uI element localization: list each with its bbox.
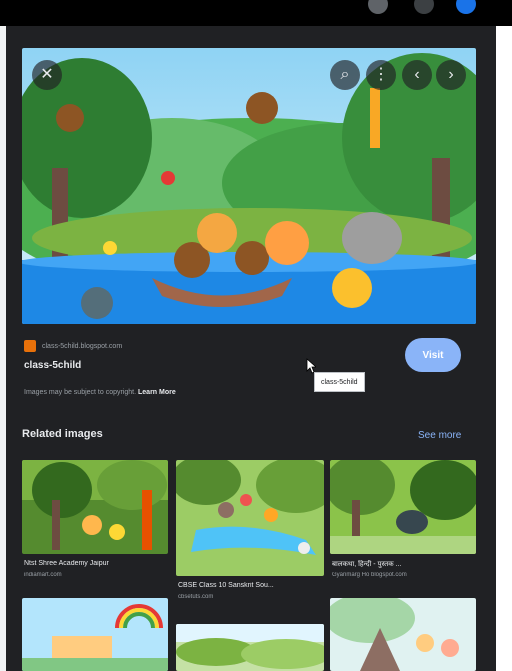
jungle-cartoon-illustration — [22, 48, 476, 324]
copyright-text: Images may be subject to copyright. — [24, 389, 137, 396]
more-options-icon[interactable]: ⋮ — [366, 60, 396, 90]
copyright-notice: Images may be subject to copyright. Lear… — [24, 389, 176, 396]
elephant-forest-image — [330, 460, 476, 554]
next-icon[interactable]: › — [436, 60, 466, 90]
related-image-thumbnail[interactable] — [22, 460, 168, 554]
related-image-thumbnail[interactable] — [330, 460, 476, 554]
blogger-favicon-icon — [24, 340, 36, 352]
forest-animals-image — [22, 460, 168, 554]
rainbow-school-image — [22, 598, 168, 671]
more-glyph: ⋮ — [373, 66, 389, 83]
previous-icon[interactable]: ‹ — [402, 60, 432, 90]
related-item-title[interactable]: Ntst Shree Academy Jaipur — [24, 560, 164, 567]
prev-glyph: ‹ — [414, 66, 420, 83]
browser-top-bar — [0, 0, 512, 26]
close-icon[interactable]: ✕ — [32, 60, 62, 90]
image-viewer-panel: ✕ ⌕ ⋮ ‹ › class-5child.blogspot.com clas… — [6, 26, 496, 671]
next-glyph: › — [448, 66, 454, 83]
visit-button[interactable]: Visit — [405, 338, 461, 372]
apps-icon[interactable] — [414, 0, 434, 14]
account-avatar[interactable] — [456, 0, 476, 14]
close-glyph: ✕ — [40, 66, 54, 83]
related-item-source: cbsetuts.com — [178, 594, 214, 600]
learn-more-link[interactable]: Learn More — [138, 389, 176, 396]
page-background-right — [496, 26, 512, 671]
settings-icon[interactable] — [368, 0, 388, 14]
related-item-title[interactable]: बालकथा, हिन्दी - पुस्तक ... — [332, 560, 474, 569]
lens-glyph: ⌕ — [340, 66, 350, 83]
related-image-thumbnail[interactable] — [330, 598, 476, 671]
lens-icon[interactable]: ⌕ — [330, 60, 360, 90]
related-images-heading: Related images — [22, 428, 103, 440]
related-image-thumbnail[interactable] — [22, 598, 168, 671]
see-more-link[interactable]: See more — [418, 430, 461, 441]
related-item-source: Gyanmarg Ho blogspot.com — [332, 572, 407, 578]
related-item-source: indiamart.com — [24, 572, 62, 578]
image-title[interactable]: class-5child — [24, 360, 81, 371]
source-row[interactable]: class-5child.blogspot.com — [24, 338, 122, 354]
related-image-thumbnail[interactable] — [176, 624, 324, 671]
village-landscape-image — [176, 624, 324, 671]
source-domain[interactable]: class-5child.blogspot.com — [42, 343, 122, 350]
jungle-scene-image — [176, 460, 324, 576]
related-item-title[interactable]: CBSE Class 10 Sanskrit Sou... — [178, 582, 322, 589]
tooltip: class-5child — [314, 372, 365, 392]
kids-tree-image — [330, 598, 476, 671]
related-image-thumbnail[interactable] — [176, 460, 324, 576]
preview-image[interactable]: ✕ ⌕ ⋮ ‹ › — [22, 48, 476, 324]
